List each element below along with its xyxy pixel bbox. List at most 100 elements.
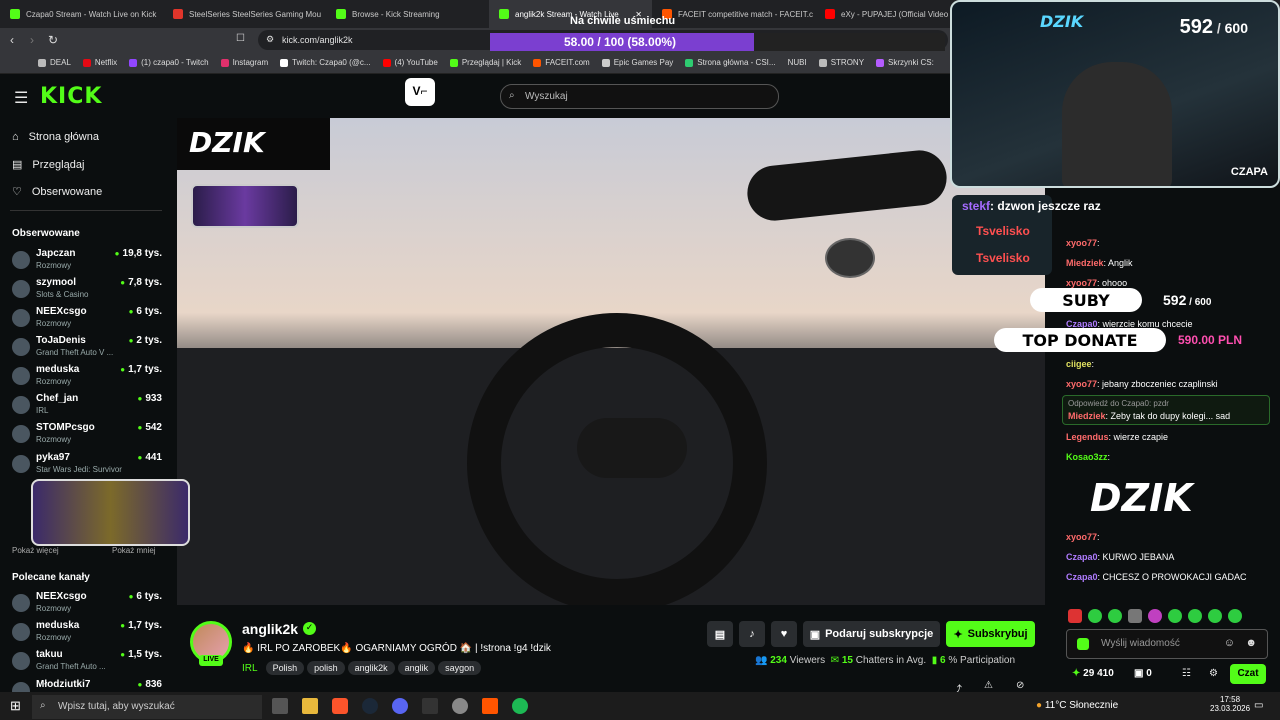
emote-icon[interactable] [1208, 609, 1222, 623]
followed-channel[interactable]: Chef_janIRL933 [12, 393, 162, 421]
forward-icon[interactable]: › [30, 33, 34, 47]
file-explorer-icon[interactable] [302, 698, 318, 714]
participation-icon: ▮ [931, 655, 938, 666]
chat-username: Tsvelisko [976, 251, 1030, 265]
tab-faceit[interactable]: FACEIT competitive match - FACEIT.c [652, 0, 815, 28]
tag[interactable]: saygon [438, 661, 482, 675]
send-chat-button[interactable]: Czat [1230, 664, 1266, 684]
emote-icon[interactable] [1148, 609, 1162, 623]
notifications-button[interactable]: ♪ [739, 621, 765, 647]
emote-icon[interactable] [1068, 609, 1082, 623]
search-input[interactable]: ⌕ Wyszukaj [500, 84, 779, 109]
settings-icon[interactable]: ⚙ [1209, 668, 1218, 679]
clip-button[interactable]: ▤ [707, 621, 733, 647]
bookmark-instagram[interactable]: Instagram [220, 58, 268, 67]
bookmark-nubi[interactable]: NUBI [788, 58, 807, 67]
emote-icon[interactable] [1228, 609, 1242, 623]
clock[interactable]: 17:58 23.03.2026 [1210, 695, 1250, 713]
back-icon[interactable]: ‹ [10, 33, 14, 47]
bookmark-csi[interactable]: Strona główna - CSI... [685, 58, 776, 67]
followed-channel[interactable]: meduskaRozmowy1,7 tys. [12, 364, 162, 392]
bookmark-netflix[interactable]: Netflix [82, 58, 117, 67]
emote-icon[interactable] [1188, 609, 1202, 623]
reply-hint: Odpowiedź do Czapa0: pzdr [1068, 399, 1169, 408]
bookmark-epic[interactable]: Epic Games Pay [601, 58, 673, 67]
kick-logo[interactable]: KICK [40, 84, 102, 109]
brave-icon[interactable] [332, 698, 348, 714]
gift-count[interactable]: ▣ 0 [1134, 668, 1152, 679]
chat-input[interactable]: Wyślij wiadomość ☺ ☻ [1066, 629, 1268, 659]
bookmark-kick[interactable]: Przeglądaj | Kick [449, 58, 521, 67]
task-view-icon[interactable] [272, 698, 288, 714]
bookmark-icon[interactable]: ☐ [236, 33, 245, 44]
report-icon[interactable]: ⚠ [984, 680, 993, 691]
tag[interactable]: anglik [397, 661, 436, 675]
discord-icon[interactable] [392, 698, 408, 714]
youtube-icon [825, 9, 835, 19]
emote-icon[interactable] [1168, 609, 1182, 623]
streamer-name[interactable]: anglik2k [242, 621, 298, 637]
recommended-channel[interactable]: meduskaRozmowy1,7 tys. [12, 620, 162, 648]
faceit-icon[interactable] [482, 698, 498, 714]
recommended-heading: Polecane kanały [12, 572, 90, 583]
video-player[interactable]: DZIK [177, 118, 1045, 605]
taskbar-search-input[interactable]: ⌕ Wpisz tutaj, aby wyszukać [32, 695, 262, 719]
subscribe-button[interactable]: ✦ Subskrybuj [946, 621, 1035, 647]
heart-icon: ♥ [780, 628, 788, 640]
steelseries-icon [173, 9, 183, 19]
show-more-link[interactable]: Pokaż więcej [12, 546, 59, 555]
bookmark-skrzynki[interactable]: Skrzynki CS: [876, 58, 934, 67]
top-donate-value: 590.00 PLN [1178, 333, 1243, 347]
show-less-link[interactable]: Pokaż mniej [112, 546, 156, 555]
followed-channel[interactable]: szymoolSlots & Casino7,8 tys. [12, 277, 162, 305]
tag[interactable]: anglik2k [347, 661, 395, 675]
recommended-channel[interactable]: takuuGrand Theft Auto ...1,5 tys. [12, 649, 162, 677]
obs-icon[interactable] [452, 698, 468, 714]
bookmark-deal[interactable]: DEAL [38, 58, 71, 67]
steam-icon[interactable] [362, 698, 378, 714]
dzik-chat-logo: DZIK [1090, 476, 1193, 520]
follow-button[interactable]: ♥ [771, 621, 797, 647]
nav-following[interactable]: ♡ Obserwowane [12, 185, 102, 199]
twitch-icon [129, 58, 138, 67]
bookmark-twitch[interactable]: (1) czapa0 - Twitch [129, 58, 209, 67]
emote-icon[interactable] [1088, 609, 1102, 623]
recommended-channel[interactable]: NEEXcsgoRozmowy6 tys. [12, 591, 162, 619]
bookmark-youtube[interactable]: (4) YouTube [382, 58, 438, 67]
category-link[interactable]: IRL [242, 663, 258, 674]
epic-icon[interactable] [422, 698, 438, 714]
nav-browse[interactable]: ▤ Przeglądaj [12, 158, 84, 172]
followed-channel[interactable]: STOMPcsgoRozmowy542 [12, 422, 162, 450]
bookmark-faceit[interactable]: FACEIT.com [533, 58, 590, 67]
emote-icon[interactable] [1128, 609, 1142, 623]
nav-home[interactable]: ⌂ Strona główna [12, 131, 99, 143]
followed-channel[interactable]: ToJaDenisGrand Theft Auto V ...2 tys. [12, 335, 162, 363]
followed-channel[interactable]: pyka97Star Wars Jedi: Survivor441 [12, 452, 162, 480]
followed-channel[interactable]: NEEXcsgoRozmowy6 tys. [12, 306, 162, 334]
tab-browse[interactable]: Browse - Kick Streaming [326, 0, 489, 28]
notification-icon[interactable]: ▭ [1254, 700, 1263, 711]
emote-picker-icon[interactable]: ☺ [1224, 637, 1235, 649]
channel-points[interactable]: ✦ 29 410 [1072, 668, 1114, 679]
weather-widget[interactable]: ● 11°C Słonecznie [1036, 700, 1118, 711]
spotify-icon[interactable] [512, 698, 528, 714]
windows-start-icon[interactable]: ⊞ [10, 698, 21, 714]
avatar [12, 367, 30, 385]
followed-channel[interactable]: JapczanRozmowy19,8 tys. [12, 248, 162, 276]
bookmark-strony[interactable]: STRONY [818, 58, 864, 67]
site-info-icon: ⚙ [266, 34, 275, 44]
hamburger-menu-icon[interactable]: ☰ [14, 88, 28, 108]
tag[interactable]: Polish [265, 661, 305, 675]
bookmark-tiktok[interactable]: Twitch: Czapa0 (@c... [280, 58, 371, 67]
hide-icon[interactable]: ⊘ [1016, 680, 1024, 691]
smile-icon[interactable]: ☻ [1245, 637, 1257, 649]
faceit-icon [533, 58, 542, 67]
tab-czapa0[interactable]: Czapa0 Stream - Watch Live on Kick [0, 0, 163, 28]
chat-users-icon[interactable]: ☷ [1182, 668, 1191, 679]
webcam-overlay: DZIK CZAPA 592 / 600 [950, 0, 1280, 188]
tag[interactable]: polish [307, 661, 345, 675]
gift-sub-button[interactable]: ▣ Podaruj subskrypcje [803, 621, 940, 647]
emote-icon[interactable] [1108, 609, 1122, 623]
reload-icon[interactable]: ↻ [48, 33, 58, 47]
tab-steelseries[interactable]: SteelSeries SteelSeries Gaming Mou [163, 0, 326, 28]
